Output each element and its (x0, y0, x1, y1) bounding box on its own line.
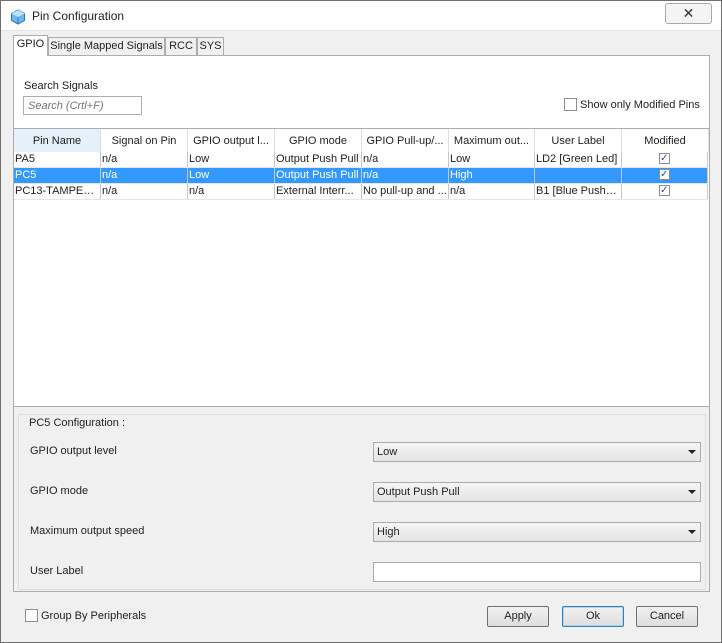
max-output-speed-value: High (377, 526, 400, 538)
modified-checkbox (659, 152, 670, 166)
pin-configuration-dialog: Pin Configuration ✕ GPIO Single Mapped S… (0, 0, 722, 643)
cell-pull: No pull-up and ... (362, 184, 449, 199)
tab-rcc[interactable]: RCC (165, 37, 197, 56)
title-bar: Pin Configuration ✕ (1, 1, 721, 31)
config-group-box: PC5 Configuration : GPIO output level Lo… (18, 414, 706, 590)
close-button[interactable]: ✕ (665, 3, 712, 24)
gpio-output-level-select[interactable]: Low (373, 442, 701, 462)
show-modified-label: Show only Modified Pins (580, 98, 700, 111)
column-header-user-label[interactable]: User Label (535, 129, 622, 152)
dropdown-arrow-icon (688, 450, 696, 454)
cube-app-icon (11, 9, 25, 25)
column-header-modified[interactable]: Modified (622, 129, 709, 152)
cell-gpio-mode: External Interr... (275, 184, 362, 199)
table-row[interactable]: PC5 n/a Low Output Push Pull n/a High (14, 168, 708, 184)
cell-user-label: B1 [Blue PushB... (536, 184, 622, 199)
cell-pull: n/a (362, 152, 449, 167)
table-row[interactable]: PC13-TAMPER... n/a n/a External Interr..… (14, 184, 708, 200)
group-by-checkbox-box[interactable] (25, 609, 38, 622)
cell-gpio-mode: Output Push Pull (275, 152, 362, 167)
cell-speed: n/a (449, 184, 535, 199)
apply-button[interactable]: Apply (487, 606, 549, 627)
gpio-output-level-value: Low (377, 446, 398, 458)
column-header-gpio-output-level[interactable]: GPIO output l... (188, 129, 275, 152)
cell-user-label: LD2 [Green Led] (535, 152, 622, 167)
modified-checkbox (659, 184, 670, 198)
max-output-speed-select[interactable]: High (373, 522, 701, 542)
cell-output-level: Low (188, 168, 275, 183)
cell-modified (622, 152, 708, 167)
cell-modified (622, 168, 708, 183)
column-header-gpio-mode[interactable]: GPIO mode (275, 129, 362, 152)
table-row[interactable]: PA5 n/a Low Output Push Pull n/a Low LD2… (14, 152, 708, 168)
column-header-signal-on-pin[interactable]: Signal on Pin (101, 129, 188, 152)
gpio-output-level-label: GPIO output level (30, 445, 117, 457)
tab-single-mapped-signals[interactable]: Single Mapped Signals (48, 37, 165, 56)
pin-config-section: PC5 Configuration : GPIO output level Lo… (14, 407, 709, 591)
cell-pin-name: PA5 (14, 152, 101, 167)
show-modified-checkbox-box[interactable] (564, 98, 577, 111)
search-input[interactable] (23, 96, 142, 115)
cancel-button[interactable]: Cancel (636, 606, 698, 627)
config-title: PC5 Configuration : (28, 417, 126, 429)
cell-pin-name: PC13-TAMPER... (15, 184, 101, 199)
cell-pull: n/a (362, 168, 449, 183)
column-header-gpio-pull[interactable]: GPIO Pull-up/... (362, 129, 449, 152)
dropdown-arrow-icon (688, 490, 696, 494)
cell-signal: n/a (101, 168, 188, 183)
modified-checkbox (659, 168, 670, 182)
search-label: Search Signals (24, 80, 98, 92)
group-by-label: Group By Peripherals (41, 609, 147, 622)
max-output-speed-label: Maximum output speed (30, 525, 145, 537)
ok-button[interactable]: Ok (562, 606, 624, 627)
cell-signal: n/a (101, 184, 188, 199)
user-label-label: User Label (30, 565, 84, 577)
cell-speed: High (449, 168, 535, 183)
cell-user-label (535, 168, 622, 183)
group-by-peripherals-checkbox[interactable]: Group By Peripherals (25, 609, 146, 622)
table-header: ^ Pin Name Signal on Pin GPIO output l..… (14, 129, 709, 152)
cell-gpio-mode: Output Push Pull (275, 168, 362, 183)
gpio-tab-panel: Search Signals Show only Modified Pins ^… (13, 55, 710, 592)
cell-speed: Low (449, 152, 535, 167)
column-header-max-output-speed[interactable]: Maximum out... (449, 129, 535, 152)
window-title: Pin Configuration (32, 9, 125, 23)
show-modified-pins-checkbox[interactable]: Show only Modified Pins (564, 98, 700, 111)
tab-gpio[interactable]: GPIO (13, 35, 48, 56)
cell-signal: n/a (101, 152, 188, 167)
gpio-mode-value: Output Push Pull (377, 486, 460, 498)
cell-pin-name: PC5 (14, 168, 101, 183)
tab-sys[interactable]: SYS (197, 37, 224, 56)
pin-table: ^ Pin Name Signal on Pin GPIO output l..… (14, 128, 709, 407)
column-header-pin-name[interactable]: ^ Pin Name (14, 129, 101, 152)
close-icon: ✕ (682, 5, 695, 21)
gpio-mode-select[interactable]: Output Push Pull (373, 482, 701, 502)
cell-output-level: Low (188, 152, 275, 167)
cell-output-level: n/a (188, 184, 275, 199)
user-label-input[interactable] (373, 562, 701, 582)
sort-ascending-icon: ^ (54, 129, 58, 134)
cell-modified (622, 184, 708, 199)
gpio-mode-label: GPIO mode (30, 485, 89, 497)
dropdown-arrow-icon (688, 530, 696, 534)
